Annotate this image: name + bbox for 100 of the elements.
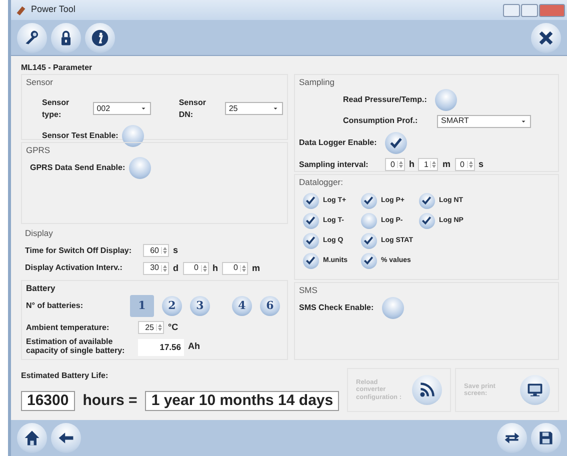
home-icon <box>23 429 41 447</box>
spin-field[interactable]: 0 <box>222 262 248 275</box>
sync-button[interactable] <box>497 423 527 453</box>
battery-count-button[interactable]: 1 <box>130 294 154 317</box>
battery-count-button[interactable]: 2 <box>162 296 182 316</box>
toggle[interactable] <box>418 212 435 229</box>
field-label: Sampling interval: <box>298 158 370 170</box>
check-icon <box>421 215 432 226</box>
minimize-button[interactable] <box>503 4 520 16</box>
check-icon <box>388 136 403 150</box>
window-title: Power Tool <box>31 3 76 16</box>
toggle[interactable] <box>302 192 319 209</box>
group-title: Sensor <box>26 76 54 89</box>
field-label: SMS Check Enable: <box>298 302 374 314</box>
battery-count-button[interactable]: 3 <box>190 296 210 316</box>
duration-field: 1 year 10 months 14 days <box>145 390 340 411</box>
save-icon <box>537 429 555 447</box>
spin-field[interactable]: 0 <box>182 262 208 275</box>
check-icon <box>305 215 316 226</box>
app-icon <box>15 4 27 16</box>
field-label: Data Logger Enable: <box>298 136 377 149</box>
capacity-field: 17.56 <box>138 338 184 356</box>
field-label: Display Activation Interv.: <box>25 262 124 274</box>
spin-field[interactable]: 0 <box>454 158 474 171</box>
toggle[interactable] <box>434 88 457 111</box>
group-title: Display <box>25 227 54 240</box>
toggle[interactable] <box>302 252 319 269</box>
spin-arrows-icon <box>466 161 474 168</box>
spin-arrows-icon <box>200 264 208 272</box>
field-label: Sensor Test Enable: <box>42 130 118 142</box>
unit-label: d <box>173 262 178 275</box>
field-label: Estimation of available capacity of single battery: <box>26 338 126 356</box>
check-icon <box>363 255 374 266</box>
spin-arrows-icon <box>156 324 163 332</box>
profile-dropdown[interactable]: SMART <box>436 114 531 128</box>
info-button[interactable] <box>85 22 115 52</box>
group-title: Sampling <box>298 76 336 89</box>
sensor-type-dropdown[interactable]: 002 <box>92 102 151 116</box>
info-icon <box>91 28 109 46</box>
toggle[interactable] <box>360 232 377 249</box>
battery-count-button[interactable]: 6 <box>260 296 280 316</box>
spin-arrows-icon <box>430 161 438 168</box>
field-label: Read Pressure/Temp.: <box>342 94 427 106</box>
field-label: Sensor type: <box>42 96 70 121</box>
field-label: Consumption Prof.: <box>342 115 419 128</box>
check-icon <box>305 195 316 206</box>
check-icon <box>421 195 432 206</box>
spin-field[interactable]: 25 <box>138 321 164 334</box>
unit-label: s <box>173 244 178 258</box>
unit-label: s <box>478 158 484 171</box>
settings-button[interactable] <box>17 22 47 52</box>
hours-label: hours = <box>82 390 138 410</box>
unit-label: m <box>252 262 260 275</box>
unit-label: Ah <box>188 340 200 354</box>
field-label: GPRS Data Send Enable: <box>30 162 126 174</box>
toggle[interactable] <box>122 124 144 147</box>
lock-button[interactable] <box>51 22 81 52</box>
monitor-icon <box>526 381 544 399</box>
field-label: Sensor DN: <box>178 96 207 121</box>
spin-arrows-icon <box>396 161 404 168</box>
back-button[interactable] <box>51 423 81 453</box>
toggle[interactable] <box>302 212 319 229</box>
reload-button[interactable] <box>412 375 442 405</box>
save-button[interactable] <box>531 423 561 453</box>
caret-icon <box>272 105 279 112</box>
toggle[interactable] <box>360 252 377 269</box>
group-title: Battery <box>26 282 56 295</box>
toggle[interactable] <box>418 192 435 209</box>
spin-field[interactable]: 60 <box>143 244 169 258</box>
maximize-button[interactable] <box>521 4 538 16</box>
toggle[interactable] <box>382 296 404 319</box>
spin-field[interactable]: 0 <box>384 158 405 171</box>
group-title: GPRS <box>26 144 52 157</box>
print-screen-button[interactable] <box>520 375 550 405</box>
sensor-dn-dropdown[interactable]: 25 <box>224 102 283 116</box>
check-icon <box>305 235 316 246</box>
toggle[interactable] <box>129 156 152 179</box>
group-title: SMS <box>298 284 318 297</box>
unit-label: h <box>212 262 218 275</box>
rss-icon <box>418 381 436 399</box>
toggle[interactable] <box>360 192 377 209</box>
toggle[interactable] <box>302 232 319 249</box>
toggle[interactable] <box>360 212 377 229</box>
spin-arrows-icon <box>161 264 168 272</box>
field-label: N° of batteries: <box>26 300 84 312</box>
unit-label: °C <box>168 320 178 334</box>
toggle[interactable] <box>384 132 407 154</box>
spin-arrows-icon <box>240 264 247 272</box>
check-icon <box>363 235 374 246</box>
spin-field[interactable]: 1 <box>418 158 438 171</box>
field-label: Time for Switch Off Display: <box>25 244 133 257</box>
home-button[interactable] <box>17 423 47 453</box>
field-label: Ambient temperature: <box>26 322 110 334</box>
spin-field[interactable]: 30 <box>143 262 169 275</box>
close-icon <box>537 28 555 46</box>
close-button[interactable] <box>531 22 561 52</box>
estimate-label: Estimated Battery Life: <box>21 370 110 382</box>
check-icon <box>363 195 374 206</box>
battery-count-button[interactable]: 4 <box>232 296 252 316</box>
page-heading: ML145 - Parameter <box>21 62 94 74</box>
